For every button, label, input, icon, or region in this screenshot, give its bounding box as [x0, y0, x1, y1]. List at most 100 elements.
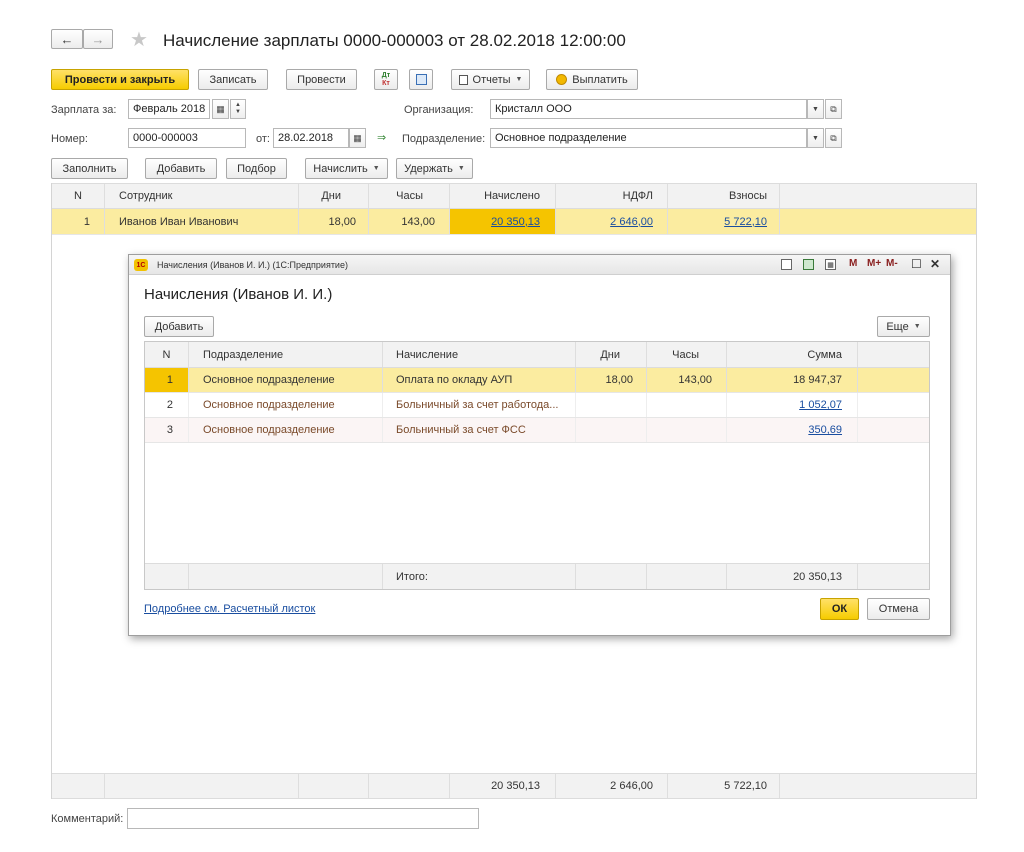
memory-m-icon[interactable]: M	[849, 258, 857, 269]
dialog-table-header: N Подразделение Начисление Дни Часы Сумм…	[145, 342, 929, 368]
select-button[interactable]: Подбор	[226, 158, 287, 179]
drow-sum[interactable]: 350,69	[727, 418, 858, 442]
chevron-down-icon: ▼	[457, 165, 465, 172]
drow-sum[interactable]: 1 052,07	[727, 393, 858, 417]
dt-kt-icon-bottom: Кт	[382, 79, 390, 87]
dcol-sum[interactable]: Сумма	[727, 342, 858, 367]
row-ndfl-link[interactable]: 2 646,00	[610, 216, 653, 228]
withhold-button[interactable]: Удержать ▼	[396, 158, 473, 179]
dept-arrow-icon: ⇒	[377, 132, 387, 144]
memory-minus-icon[interactable]: M-	[886, 258, 898, 269]
row-accrued[interactable]: 20 350,13	[450, 209, 556, 234]
dfooter-days	[576, 564, 647, 589]
save-button[interactable]: Записать	[198, 69, 268, 90]
row-hours: 143,00	[369, 209, 450, 234]
fill-button[interactable]: Заполнить	[51, 158, 128, 179]
table-row[interactable]: 1 Иванов Иван Иванович 18,00 143,00 20 3…	[52, 209, 976, 235]
footer-n	[52, 774, 105, 798]
row-contributions[interactable]: 5 722,10	[668, 209, 780, 234]
pay-button[interactable]: Выплатить	[546, 69, 638, 90]
drow-accrual: Больничный за счет ФСС	[383, 418, 576, 442]
structure-button[interactable]	[409, 69, 433, 90]
dcol-n[interactable]: N	[145, 342, 189, 367]
dfooter-total-label: Итого:	[383, 564, 576, 589]
dcol-dept[interactable]: Подразделение	[189, 342, 383, 367]
organization-field[interactable]: Кристалл ООО	[490, 99, 807, 119]
org-dropdown-icon[interactable]: ▼	[807, 99, 824, 119]
col-days[interactable]: Дни	[299, 184, 369, 208]
chevron-down-icon: ▼	[515, 76, 523, 83]
calendar-icon[interactable]: ▦	[212, 99, 229, 119]
dialog-add-button[interactable]: Добавить	[144, 316, 214, 337]
row-accrued-link[interactable]: 20 350,13	[491, 216, 540, 228]
footer-contributions: 5 722,10	[668, 774, 780, 798]
footer-employee	[105, 774, 299, 798]
post-button[interactable]: Провести	[286, 69, 357, 90]
col-ndfl[interactable]: НДФЛ	[556, 184, 668, 208]
salary-period-field[interactable]: Февраль 2018	[128, 99, 210, 119]
dept-label: Подразделение:	[402, 133, 486, 145]
forward-button[interactable]: →	[83, 29, 113, 49]
number-field[interactable]: 0000-000003	[128, 128, 246, 148]
drow-dept: Основное подразделение	[189, 393, 383, 417]
calc-icon[interactable]	[803, 259, 814, 270]
number-label: Номер:	[51, 133, 88, 145]
back-button[interactable]: ←	[51, 29, 83, 49]
payslip-link[interactable]: Подробнее см. Расчетный листок	[144, 603, 315, 615]
more-label: Еще	[886, 320, 909, 333]
accrue-button[interactable]: Начислить ▼	[305, 158, 388, 179]
row-ndfl[interactable]: 2 646,00	[556, 209, 668, 234]
dept-open-icon[interactable]: ⧉	[825, 128, 842, 148]
col-hours[interactable]: Часы	[369, 184, 450, 208]
dcol-hours[interactable]: Часы	[647, 342, 727, 367]
col-contributions[interactable]: Взносы	[668, 184, 780, 208]
drow-hours: 143,00	[647, 368, 727, 392]
calendar-icon[interactable]: ▦	[825, 259, 836, 270]
row-contrib-link[interactable]: 5 722,10	[724, 216, 767, 228]
drow-sum-link[interactable]: 1 052,07	[799, 399, 842, 411]
col-employee[interactable]: Сотрудник	[105, 184, 299, 208]
department-field[interactable]: Основное подразделение	[490, 128, 807, 148]
dfooter-hours	[647, 564, 727, 589]
reports-label: Отчеты	[472, 73, 511, 86]
post-and-close-button[interactable]: Провести и закрыть	[51, 69, 189, 90]
more-button[interactable]: Еще ▼	[877, 316, 930, 337]
drow-accrual: Больничный за счет работода...	[383, 393, 576, 417]
close-icon[interactable]: ✕	[930, 257, 940, 271]
org-open-icon[interactable]: ⧉	[825, 99, 842, 119]
dfooter-dept	[189, 564, 383, 589]
maximize-icon[interactable]: ☐	[911, 257, 922, 271]
period-stepper[interactable]: ▲ ▼	[230, 99, 246, 119]
salary-for-label: Зарплата за:	[51, 104, 117, 116]
dept-dropdown-icon[interactable]: ▼	[807, 128, 824, 148]
table-row[interactable]: 2 Основное подразделение Больничный за с…	[145, 393, 929, 418]
row-n: 1	[52, 209, 105, 234]
drow-days	[576, 418, 647, 442]
reports-button[interactable]: Отчеты ▼	[451, 69, 530, 90]
dfooter-sum: 20 350,13	[727, 564, 858, 589]
drow-sum-link[interactable]: 350,69	[808, 424, 842, 436]
cancel-button[interactable]: Отмена	[867, 598, 930, 620]
drow-dept: Основное подразделение	[189, 368, 383, 392]
print-icon[interactable]	[781, 259, 792, 270]
row-days: 18,00	[299, 209, 369, 234]
drow-days	[576, 393, 647, 417]
drow-n: 2	[145, 393, 189, 417]
dt-kt-button[interactable]: Дт Кт	[374, 69, 398, 90]
main-table-header: N Сотрудник Дни Часы Начислено НДФЛ Взно…	[52, 183, 976, 209]
comment-field[interactable]	[127, 808, 479, 829]
table-row[interactable]: 3 Основное подразделение Больничный за с…	[145, 418, 929, 443]
drow-n: 1	[145, 368, 189, 392]
ok-button[interactable]: ОК	[820, 598, 859, 620]
dcol-accrual[interactable]: Начисление	[383, 342, 576, 367]
date-field[interactable]: 28.02.2018	[273, 128, 349, 148]
dcol-days[interactable]: Дни	[576, 342, 647, 367]
add-button[interactable]: Добавить	[145, 158, 217, 179]
star-icon[interactable]: ★	[130, 27, 148, 52]
drow-accrual: Оплата по окладу АУП	[383, 368, 576, 392]
table-row[interactable]: 1 Основное подразделение Оплата по оклад…	[145, 368, 929, 393]
col-n[interactable]: N	[52, 184, 105, 208]
date-calendar-icon[interactable]: ▦	[349, 128, 366, 148]
col-accrued[interactable]: Начислено	[450, 184, 556, 208]
memory-plus-icon[interactable]: M+	[867, 258, 881, 269]
